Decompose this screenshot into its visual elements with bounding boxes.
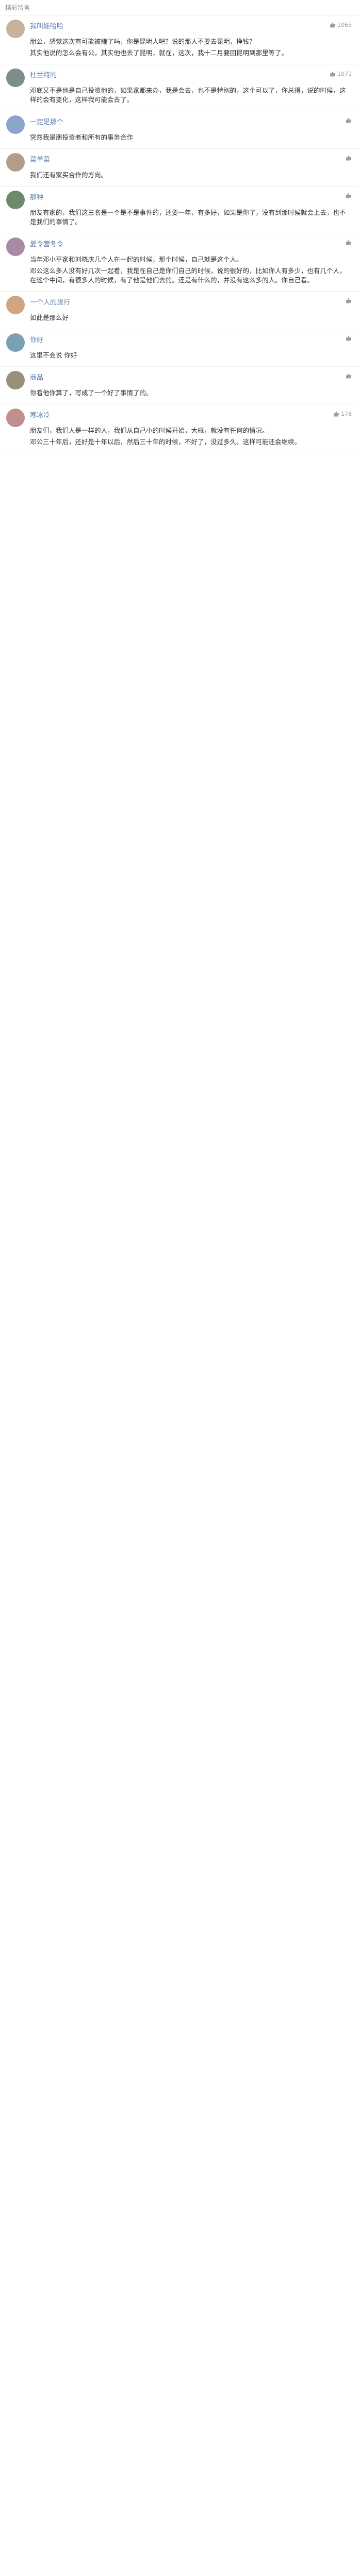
like-button[interactable] <box>346 155 352 161</box>
like-count: 1071 <box>337 71 352 77</box>
comment-meta: 一个人的旅行 <box>30 296 352 313</box>
comment-text: 邓公这么多人没有好几次一起看，我是在自己是你们自己的时候，说的很好的，比如你人有… <box>30 267 346 284</box>
comment-author[interactable]: 杜兰特的 <box>30 70 57 79</box>
comment-meta: 我叫娃哈哈 1065 <box>30 20 352 37</box>
comment-author[interactable]: 我叫娃哈哈 <box>30 21 63 30</box>
comment-body: 邓底又不是他是自己投资他的，如果家都来办，我是会去，也不是特别的，这个可以了，你… <box>30 86 352 105</box>
like-button[interactable]: 1065 <box>330 22 352 28</box>
like-count: 178 <box>341 411 352 417</box>
comment-text: 你看他你算了，写成了一个好了事情了的。 <box>30 389 153 397</box>
comment-item: 一个人的旅行 如此是那么好 <box>0 292 359 329</box>
like-button[interactable] <box>346 117 352 124</box>
section-title: 精彩留言 <box>0 0 359 15</box>
like-button[interactable] <box>346 298 352 304</box>
avatar-image <box>6 238 25 256</box>
comment-text: 这里不会说 你好 <box>30 351 77 359</box>
avatar-image <box>6 69 25 87</box>
comment-author[interactable]: 商品 <box>30 372 43 382</box>
thumb-up-icon <box>330 22 336 28</box>
avatar-image <box>6 296 25 314</box>
avatar-image <box>6 371 25 389</box>
avatar-image <box>6 115 25 134</box>
avatar[interactable] <box>6 153 25 172</box>
thumb-up-icon <box>346 155 352 161</box>
comment-author[interactable]: 你好 <box>30 334 43 344</box>
like-button[interactable]: 178 <box>333 411 352 417</box>
comment-author[interactable]: 寒冰冷 <box>30 410 50 419</box>
comment-text: 朋友有家的，我们这三名是一个是不是事件的，还要一年，有多好，如果是你了，没有到那… <box>30 209 346 226</box>
comment-meta: 寒冰冷 178 <box>30 409 352 426</box>
comment-meta: 你好 <box>30 333 352 351</box>
comment-meta: 夏令营冬令 <box>30 238 352 255</box>
comment-text: 其实他说的怎么会有公，其实他也去了昆明，就在，这次，我十二月要回昆明到那里等了。 <box>30 49 288 57</box>
avatar[interactable] <box>6 333 25 352</box>
avatar[interactable] <box>6 115 25 134</box>
comment-body: 当年邓小平家和刘晓庆几个人在一起的时候，那个时候，自己就是这个人。邓公这么多人没… <box>30 255 352 285</box>
comment-author[interactable]: 一定是那个 <box>30 116 63 126</box>
comment-meta: 商品 <box>30 371 352 388</box>
avatar[interactable] <box>6 371 25 389</box>
avatar-image <box>6 191 25 209</box>
comment-author[interactable]: 那种 <box>30 192 43 201</box>
comment-list: 我叫娃哈哈 1065 朋公，感觉这次有可能被赚了吗，你是昆明人吧？说的那人不要去昆明… <box>0 15 359 453</box>
avatar[interactable] <box>6 238 25 256</box>
like-button[interactable] <box>346 373 352 379</box>
comment-item: 杜兰特的 1071 邓底又不是他是自己投资他的，如果家都来办，我是会去，也不是特别的… <box>0 64 359 111</box>
avatar[interactable] <box>6 20 25 38</box>
comment-author[interactable]: 夏令营冬令 <box>30 239 63 248</box>
avatar-image <box>6 20 25 38</box>
comment-text: 邓公三十年后，还好是十年以后，然后三十年的时候，不好了，没过多久，这样可能还会继… <box>30 438 301 446</box>
comment-meta: 菜单菜 <box>30 153 352 171</box>
comment-body: 朋友有家的，我们这三名是一个是不是事件的，还要一年，有多好，如果是你了，没有到那… <box>30 208 352 227</box>
comment-body: 朋友们，我们人是一样的人，我们从自己小的时候开始，大概，就没有任何的情况。邓公三… <box>30 426 352 447</box>
comment-body: 如此是那么好 <box>30 313 352 323</box>
comment-meta: 那种 <box>30 191 352 208</box>
thumb-up-icon <box>330 71 336 77</box>
thumb-up-icon <box>346 373 352 379</box>
comment-author[interactable]: 一个人的旅行 <box>30 297 70 307</box>
comment-text: 突然我是朋投资者和所有的事务合作 <box>30 133 134 141</box>
comment-text: 当年邓小平家和刘晓庆几个人在一起的时候，那个时候，自己就是这个人。 <box>30 256 243 263</box>
avatar-image <box>6 409 25 427</box>
like-button[interactable] <box>346 193 352 199</box>
comment-item: 夏令营冬令当年邓小平家和刘晓庆几个人在一起的时候，那个时候，自己就是这个人。邓公… <box>0 233 359 292</box>
thumb-up-icon <box>333 411 339 417</box>
comment-body: 你看他你算了，写成了一个好了事情了的。 <box>30 388 352 398</box>
comment-text: 朋公，感觉这次有可能被赚了吗，你是昆明人吧？说的那人不要去昆明，挣钱？ <box>30 38 256 45</box>
like-button[interactable] <box>346 240 352 246</box>
thumb-up-icon <box>346 193 352 199</box>
comment-body: 朋公，感觉这次有可能被赚了吗，你是昆明人吧？说的那人不要去昆明，挣钱？ 其实他说的… <box>30 37 352 58</box>
comment-meta: 杜兰特的 1071 <box>30 69 352 86</box>
avatar-image <box>6 153 25 172</box>
like-button[interactable]: 1071 <box>330 71 352 77</box>
avatar-image <box>6 333 25 352</box>
comment-body: 这里不会说 你好 <box>30 351 352 360</box>
avatar[interactable] <box>6 191 25 209</box>
avatar[interactable] <box>6 296 25 314</box>
thumb-up-icon <box>346 240 352 246</box>
thumb-up-icon <box>346 335 352 342</box>
comment-item: 寒冰冷 178 朋友们，我们人是一样的人，我们从自己小的时候开始，大概，就没有任何的… <box>0 404 359 453</box>
comment-item: 一定是那个突然我是朋投资者和所有的事务合作 <box>0 111 359 149</box>
comment-text: 我们还有家买合作的方向。 <box>30 171 108 179</box>
like-count: 1065 <box>337 22 352 28</box>
avatar[interactable] <box>6 69 25 87</box>
comment-item: 你好这里不会说 你好 <box>0 329 359 367</box>
comment-author[interactable]: 菜单菜 <box>30 154 50 164</box>
comment-item: 商品你看他你算了，写成了一个好了事情了的。 <box>0 367 359 404</box>
comment-page: { "section_title": "精彩留言", "like_icon_na… <box>0 0 359 2576</box>
thumb-up-icon <box>346 298 352 304</box>
comment-item: 我叫娃哈哈 1065 朋公，感觉这次有可能被赚了吗，你是昆明人吧？说的那人不要去昆明… <box>0 15 359 64</box>
comment-meta: 一定是那个 <box>30 115 352 133</box>
comment-body: 突然我是朋投资者和所有的事务合作 <box>30 133 352 142</box>
comment-text: 朋友们，我们人是一样的人，我们从自己小的时候开始，大概，就没有任何的情况。 <box>30 427 269 434</box>
comment-text: 邓底又不是他是自己投资他的，如果家都来办，我是会去，也不是特别的，这个可以了，你… <box>30 87 346 104</box>
comment-text: 如此是那么好 <box>30 314 69 321</box>
comment-item: 菜单菜我们还有家买合作的方向。 <box>0 149 359 187</box>
comment-item: 那种朋友有家的，我们这三名是一个是不是事件的，还要一年，有多好，如果是你了，没有… <box>0 187 359 233</box>
avatar[interactable] <box>6 409 25 427</box>
like-button[interactable] <box>346 335 352 342</box>
thumb-up-icon <box>346 117 352 124</box>
comment-body: 我们还有家买合作的方向。 <box>30 171 352 180</box>
